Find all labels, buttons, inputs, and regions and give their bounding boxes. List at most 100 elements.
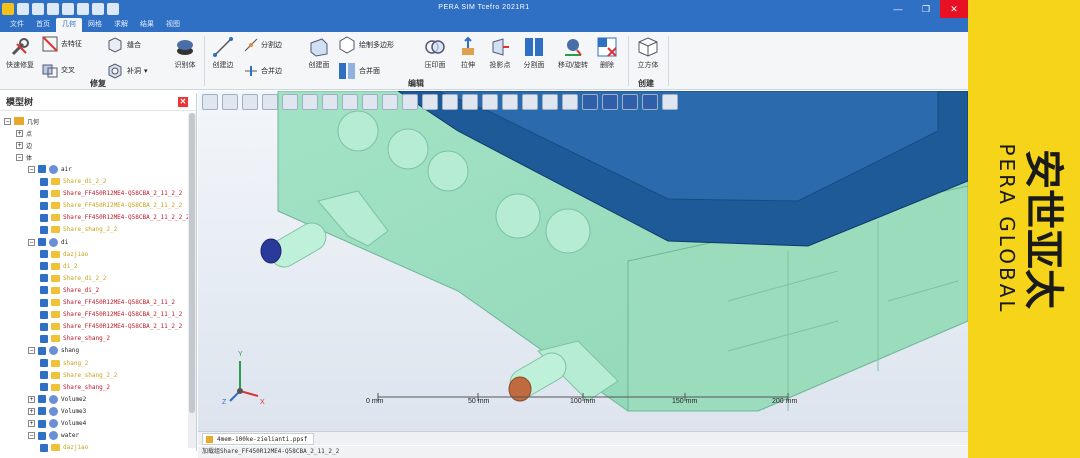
tree-node[interactable]: − air xyxy=(28,163,72,175)
checkbox[interactable] xyxy=(38,165,46,174)
checkbox[interactable] xyxy=(40,213,48,222)
maximize-button[interactable]: ❐ xyxy=(912,0,940,18)
checkbox[interactable] xyxy=(40,177,48,186)
hidden-line-icon[interactable] xyxy=(622,94,638,110)
tree-node[interactable]: Share_shang_2 xyxy=(40,381,110,393)
view-right-icon[interactable] xyxy=(482,94,498,110)
split-edge-button[interactable]: 分割边 xyxy=(244,38,284,52)
expand-icon[interactable]: + xyxy=(28,407,35,415)
checkbox[interactable] xyxy=(38,395,46,404)
view-iso-icon[interactable] xyxy=(402,94,418,110)
tree-node[interactable]: di_2 xyxy=(40,260,77,272)
select-face-icon[interactable] xyxy=(342,94,358,110)
fit-icon[interactable] xyxy=(262,94,278,110)
collapse-icon[interactable]: − xyxy=(16,153,23,161)
tree-node[interactable]: Share_FF450R12ME4-Q58CBA_2_11_2_2 xyxy=(40,321,182,333)
tree-node[interactable]: Share_FF450R12ME4-Q58CBA_2_11_1_2 xyxy=(40,309,182,321)
solid-icon[interactable] xyxy=(582,94,598,110)
tree-node[interactable]: + Volume4 xyxy=(28,418,86,430)
tab-6[interactable]: 视图 xyxy=(160,18,186,32)
remove-feature-button[interactable]: 去特征 xyxy=(42,36,100,52)
tab-1[interactable]: 首页 xyxy=(30,18,56,32)
tree-node[interactable]: Share_FF450R12ME4-Q58CBA_2_11_2 xyxy=(40,297,175,309)
tree-node[interactable]: Share_shang_2_2 xyxy=(40,369,117,381)
zoom-box-icon[interactable] xyxy=(242,94,258,110)
tree-node[interactable]: + 边 xyxy=(16,139,32,151)
patch-button[interactable]: 补洞 ▾ xyxy=(106,62,162,80)
shading-icon[interactable] xyxy=(382,94,398,110)
section-icon[interactable] xyxy=(662,94,678,110)
tree-node[interactable]: + 点 xyxy=(16,127,32,139)
tree-node[interactable]: Share_FF450R12ME4-Q58CBA_2_11_2_2 xyxy=(40,188,182,200)
checkbox[interactable] xyxy=(40,189,48,198)
split-face-button[interactable]: 分割面 xyxy=(520,36,548,70)
checkbox[interactable] xyxy=(40,383,48,392)
tree-node[interactable]: − 几何 xyxy=(4,115,39,127)
tree-node[interactable]: + Volume2 xyxy=(28,393,86,405)
tree-node[interactable]: Share_FF450R12ME4-Q58CBA_2_11_2_2_2 xyxy=(40,212,189,224)
select-edge-icon[interactable] xyxy=(322,94,338,110)
checkbox[interactable] xyxy=(40,322,48,331)
close-button[interactable]: ✕ xyxy=(940,0,968,18)
tree-node[interactable]: − 体 xyxy=(16,151,32,163)
tab-4[interactable]: 求解 xyxy=(108,18,134,32)
imprint-face-button[interactable]: 压印面 xyxy=(420,36,450,70)
chevron-down-icon[interactable]: ▾ xyxy=(144,67,148,75)
tree-node[interactable]: − water xyxy=(28,430,79,442)
checkbox[interactable] xyxy=(40,225,48,234)
checkbox[interactable] xyxy=(40,359,48,367)
minimize-button[interactable]: — xyxy=(884,0,912,18)
tree-node[interactable]: Share_di_2_2 xyxy=(40,272,106,284)
expand-icon[interactable]: + xyxy=(28,395,35,403)
checkbox[interactable] xyxy=(40,298,48,307)
tab-0[interactable]: 文件 xyxy=(4,18,30,32)
edge-display-icon[interactable] xyxy=(562,94,578,110)
checkbox[interactable] xyxy=(38,238,46,246)
view-left-icon[interactable] xyxy=(462,94,478,110)
checkbox[interactable] xyxy=(40,201,48,210)
checkbox[interactable] xyxy=(40,262,48,271)
camera-icon[interactable] xyxy=(202,94,218,110)
project-point-button[interactable]: 投影点 xyxy=(486,36,514,70)
expand-icon[interactable]: + xyxy=(28,420,35,427)
checkbox[interactable] xyxy=(40,286,48,295)
tree-node[interactable]: Share_di_2 xyxy=(40,284,99,296)
collapse-icon[interactable]: − xyxy=(28,432,35,440)
wireframe-icon[interactable] xyxy=(542,94,558,110)
expand-icon[interactable]: + xyxy=(16,129,23,137)
extrude-button[interactable]: 拉伸 xyxy=(454,36,482,70)
tree-node[interactable]: shang_2 xyxy=(40,357,88,369)
collapse-icon[interactable]: − xyxy=(28,238,35,246)
stitch-button[interactable]: 缝合 xyxy=(106,36,154,54)
view-front-icon[interactable] xyxy=(422,94,438,110)
tab-2[interactable]: 几何 xyxy=(56,18,82,32)
expand-icon[interactable]: + xyxy=(16,141,23,149)
view-bottom-icon[interactable] xyxy=(522,94,538,110)
merge-edge-button[interactable]: 合并边 xyxy=(244,64,284,78)
select-point-icon[interactable] xyxy=(302,94,318,110)
tree-node[interactable]: dazjiao xyxy=(40,248,88,260)
tree-scrollbar[interactable] xyxy=(188,113,196,448)
select-body-icon[interactable] xyxy=(362,94,378,110)
create-edge-button[interactable]: 创建边 xyxy=(208,36,238,70)
checkbox[interactable] xyxy=(40,371,48,380)
checkbox[interactable] xyxy=(40,334,48,343)
merge-face-button[interactable]: 合并面 xyxy=(338,62,386,80)
tree-node[interactable]: Share_shang_2_2 xyxy=(40,224,117,236)
tab-5[interactable]: 结果 xyxy=(134,18,160,32)
tab-3[interactable]: 网格 xyxy=(82,18,108,32)
tree-node[interactable]: Share_di_2_2 xyxy=(40,176,106,188)
checkbox[interactable] xyxy=(38,419,46,428)
checkbox[interactable] xyxy=(40,250,48,259)
3d-viewport[interactable]: Y X Z 0 mm 50 mm 100 mm 150 mm 200 mm xyxy=(198,91,968,431)
delete-button[interactable]: 删除 xyxy=(594,36,620,70)
create-face-button[interactable]: 创建面 xyxy=(304,36,334,70)
view-top-icon[interactable] xyxy=(502,94,518,110)
close-panel-icon[interactable]: ✕ xyxy=(178,97,188,107)
view-back-icon[interactable] xyxy=(442,94,458,110)
intersect-button[interactable]: 交叉 xyxy=(42,62,82,78)
collapse-icon[interactable]: − xyxy=(28,347,35,355)
identify-body-button[interactable]: 识别体 xyxy=(170,36,200,70)
tree-node[interactable]: Share_FF450R12ME4-Q58CBA_2_11_2_2 xyxy=(40,200,182,212)
quick-repair-button[interactable]: 快速修复 xyxy=(4,36,36,70)
